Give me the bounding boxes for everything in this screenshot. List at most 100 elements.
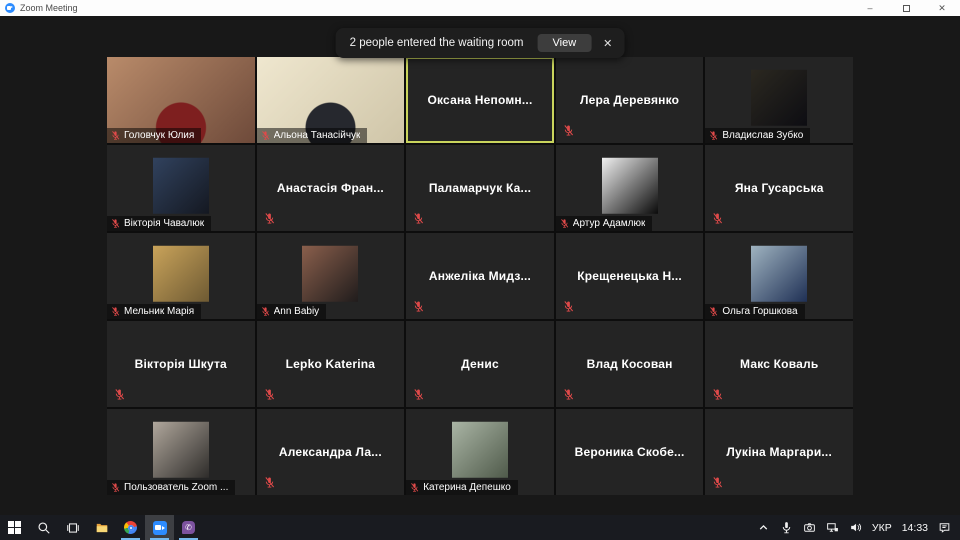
close-button[interactable]: ✕ bbox=[924, 0, 960, 16]
mic-muted-icon bbox=[709, 306, 718, 317]
participant-name: Альона Танасійчук bbox=[274, 130, 361, 141]
participant-tile[interactable]: Яна Гусарська bbox=[705, 145, 853, 231]
participant-video bbox=[452, 422, 508, 478]
participant-tile[interactable]: Lepko Katerina bbox=[257, 321, 405, 407]
participant-name: Лукіна Маргари... bbox=[705, 409, 853, 495]
tray-network-button[interactable] bbox=[821, 515, 844, 540]
task-view-icon bbox=[66, 521, 80, 535]
mic-muted-icon bbox=[563, 300, 574, 313]
chrome-button[interactable] bbox=[116, 515, 145, 540]
viber-button[interactable]: ✆ bbox=[174, 515, 203, 540]
participant-tile[interactable]: Артур Адамлюк bbox=[556, 145, 704, 231]
mic-muted-icon bbox=[111, 218, 120, 229]
zoom-app-button[interactable] bbox=[145, 515, 174, 540]
participant-tile[interactable]: Паламарчук Ка... bbox=[406, 145, 554, 231]
search-button[interactable] bbox=[29, 515, 58, 540]
participant-name: Владислав Зубко bbox=[722, 130, 803, 141]
participant-tile[interactable]: Ann Babiy bbox=[257, 233, 405, 319]
participant-name-label: Ольга Горшкова bbox=[705, 304, 804, 319]
file-explorer-button[interactable] bbox=[87, 515, 116, 540]
participant-tile[interactable]: Вікторія Чавалюк bbox=[107, 145, 255, 231]
participant-name: Головчук Юлия bbox=[124, 130, 194, 141]
participant-name: Анжеліка Мидз... bbox=[406, 233, 554, 319]
participant-name-label: Пользователь Zoom ... bbox=[107, 480, 235, 495]
participant-name-label: Артур Адамлюк bbox=[556, 216, 653, 231]
participant-name: Паламарчук Ка... bbox=[406, 145, 554, 231]
maximize-button[interactable] bbox=[888, 0, 924, 16]
participant-name-label: Катерина Депешко bbox=[406, 480, 518, 495]
mic-muted-icon bbox=[111, 306, 120, 317]
participant-tile[interactable]: Пользователь Zoom ... bbox=[107, 409, 255, 495]
language-indicator[interactable]: УКР bbox=[867, 515, 897, 540]
banner-close-icon[interactable]: ✕ bbox=[603, 37, 612, 50]
participant-video bbox=[302, 246, 358, 302]
mic-muted-icon bbox=[264, 212, 275, 225]
participant-name-label: Ann Babiy bbox=[257, 304, 327, 319]
windows-logo-icon bbox=[8, 521, 21, 534]
mic-muted-icon bbox=[709, 130, 718, 141]
participant-tile[interactable]: Вікторія Шкута bbox=[107, 321, 255, 407]
mic-muted-icon bbox=[712, 388, 723, 401]
participant-tile[interactable]: Мельник Марія bbox=[107, 233, 255, 319]
start-button[interactable] bbox=[0, 515, 29, 540]
window-titlebar: Zoom Meeting – ✕ bbox=[0, 0, 960, 16]
meeting-content: 2 people entered the waiting room View ✕… bbox=[0, 16, 960, 515]
camera-icon bbox=[803, 521, 816, 534]
tray-microphone-button[interactable] bbox=[775, 515, 798, 540]
view-waiting-room-button[interactable]: View bbox=[538, 34, 592, 52]
participant-name: Lepko Katerina bbox=[257, 321, 405, 407]
participant-tile[interactable]: Анастасія Фран... bbox=[257, 145, 405, 231]
task-view-button[interactable] bbox=[58, 515, 87, 540]
mic-muted-icon bbox=[563, 124, 574, 137]
minimize-button[interactable]: – bbox=[852, 0, 888, 16]
time-label: 14:33 bbox=[902, 522, 928, 534]
participant-name: Влад Косован bbox=[556, 321, 704, 407]
folder-icon bbox=[95, 521, 109, 535]
participant-tile[interactable]: Крещенецька Н... bbox=[556, 233, 704, 319]
mic-muted-icon bbox=[264, 476, 275, 489]
participant-video bbox=[153, 246, 209, 302]
participant-name: Денис bbox=[406, 321, 554, 407]
mic-muted-icon bbox=[264, 388, 275, 401]
mic-muted-icon bbox=[563, 388, 574, 401]
participant-name: Вікторія Шкута bbox=[107, 321, 255, 407]
participant-name: Пользователь Zoom ... bbox=[124, 482, 228, 493]
participant-tile[interactable]: Владислав Зубко bbox=[705, 57, 853, 143]
tray-volume-button[interactable] bbox=[844, 515, 867, 540]
participant-tile[interactable]: Альона Танасійчук bbox=[257, 57, 405, 143]
window-title: Zoom Meeting bbox=[20, 3, 852, 13]
tray-expand-button[interactable] bbox=[752, 515, 775, 540]
participant-tile[interactable]: Макс Коваль bbox=[705, 321, 853, 407]
participant-tile[interactable]: Денис bbox=[406, 321, 554, 407]
participant-tile[interactable]: Лукіна Маргари... bbox=[705, 409, 853, 495]
mic-muted-icon bbox=[410, 482, 419, 493]
participant-tile[interactable]: Ольга Горшкова bbox=[705, 233, 853, 319]
participant-tile[interactable]: Вероника Скобе... bbox=[556, 409, 704, 495]
clock[interactable]: 14:33 bbox=[897, 515, 933, 540]
participant-tile[interactable]: Катерина Депешко bbox=[406, 409, 554, 495]
mic-muted-icon bbox=[114, 388, 125, 401]
participant-tile[interactable]: Анжеліка Мидз... bbox=[406, 233, 554, 319]
participant-name: Анастасія Фран... bbox=[257, 145, 405, 231]
participant-video bbox=[153, 158, 209, 214]
participant-tile[interactable]: Оксана Непомн... bbox=[406, 57, 554, 143]
microphone-icon bbox=[780, 521, 793, 534]
participant-name-label: Владислав Зубко bbox=[705, 128, 810, 143]
participant-name: Мельник Марія bbox=[124, 306, 194, 317]
tray-camera-button[interactable] bbox=[798, 515, 821, 540]
action-center-button[interactable] bbox=[933, 515, 956, 540]
participant-tile[interactable]: Александра Ла... bbox=[257, 409, 405, 495]
participant-name-label: Вікторія Чавалюк bbox=[107, 216, 211, 231]
participant-name: Яна Гусарська bbox=[705, 145, 853, 231]
participant-tile[interactable]: Лера Деревянко bbox=[556, 57, 704, 143]
participant-name: Ann Babiy bbox=[274, 306, 320, 317]
participant-name-label: Головчук Юлия bbox=[107, 128, 201, 143]
participant-name: Катерина Депешко bbox=[423, 482, 511, 493]
participant-tile[interactable]: Влад Косован bbox=[556, 321, 704, 407]
mic-muted-icon bbox=[261, 130, 270, 141]
mic-muted-icon bbox=[111, 482, 120, 493]
chrome-icon bbox=[124, 521, 137, 534]
waiting-room-message: 2 people entered the waiting room bbox=[350, 37, 524, 49]
participant-video bbox=[751, 246, 807, 302]
participant-tile[interactable]: Головчук Юлия bbox=[107, 57, 255, 143]
